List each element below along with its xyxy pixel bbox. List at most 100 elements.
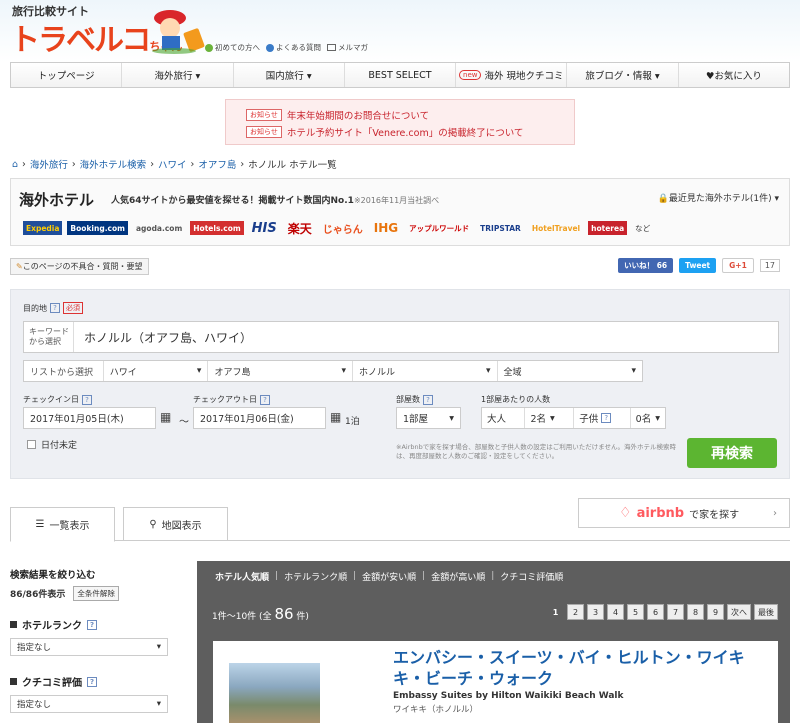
notice-badge: お知らせ xyxy=(246,126,282,138)
tagline: 人気64サイトから最安値を探せる！掲載サイト数国内No.1※2016年11月当社… xyxy=(111,193,439,206)
page-link[interactable]: 8 xyxy=(687,604,704,620)
gplus-button[interactable]: G+1 xyxy=(722,258,754,273)
tab-list-label: 一覧表示 xyxy=(49,521,90,532)
help-icon[interactable]: ? xyxy=(87,619,97,630)
breadcrumb-link[interactable]: 海外ホテル検索 xyxy=(80,157,147,171)
sort-popular[interactable]: ホテル人気順 xyxy=(215,570,269,583)
nav-item-overseas[interactable]: 海外旅行 ▾ xyxy=(122,63,234,87)
island-select-value: オアフ島 xyxy=(214,367,251,378)
count-prefix: 1件〜10件 (全 xyxy=(212,612,272,622)
tab-list-view[interactable]: ☰ 一覧表示 xyxy=(10,507,115,542)
header-link-faq[interactable]: よくある質問 xyxy=(266,42,321,53)
notice-row[interactable]: お知らせ 年末年始期間のお問合せについて xyxy=(246,108,554,122)
page-link[interactable]: 5 xyxy=(627,604,644,620)
breadcrumb-link[interactable]: ハワイ xyxy=(158,157,187,171)
city-select[interactable]: ホノルル ▾ xyxy=(353,361,498,381)
help-icon[interactable]: ? xyxy=(423,394,433,405)
adult-label: 大人 xyxy=(487,414,507,425)
date-undecided-checkbox[interactable]: 日付未定 xyxy=(27,438,77,451)
partner-logos: Expedia Booking.com agoda.com Hotels.com… xyxy=(23,221,653,236)
report-issue-button[interactable]: ✎このページの不具合・質問・要望 xyxy=(10,258,149,275)
list-select-label: リストから選択 xyxy=(24,361,104,381)
nav-item-best-select[interactable]: BEST SELECT xyxy=(345,63,457,87)
nav-item-top[interactable]: トップページ xyxy=(11,63,123,87)
checkout-input[interactable]: 2017年01月06日(金) xyxy=(193,407,326,429)
nav-item-reviews[interactable]: new 海外 現地クチコミ xyxy=(456,63,568,87)
calendar-icon[interactable]: ▦ xyxy=(160,410,171,424)
rooms-label-text: 部屋数 xyxy=(396,395,420,404)
partner-logo-booking: Booking.com xyxy=(67,221,128,235)
keyword-input[interactable]: ホノルル（オアフ島、ハワイ） xyxy=(74,329,252,346)
child-label-text: 子供 xyxy=(579,414,599,425)
region-select-value: ハワイ xyxy=(109,367,137,378)
calendar-icon[interactable]: ▦ xyxy=(330,410,341,424)
page-link[interactable]: 4 xyxy=(607,604,624,620)
area-select[interactable]: 全域 ▾ xyxy=(498,361,643,381)
help-icon[interactable]: ? xyxy=(82,394,92,405)
breadcrumb-link[interactable]: オアフ島 xyxy=(198,157,236,171)
page-next[interactable]: 次へ xyxy=(727,604,751,620)
adult-select[interactable]: 2名 ▾ xyxy=(524,408,559,428)
child-select[interactable]: 0名 ▾ xyxy=(629,408,665,428)
nav-item-domestic[interactable]: 国内旅行 ▾ xyxy=(234,63,345,87)
date-undecided-label: 日付未定 xyxy=(41,441,78,451)
rooms-select[interactable]: 1部屋 ▾ xyxy=(396,407,461,429)
review-filter-select[interactable]: 指定なし ▾ xyxy=(10,695,168,713)
date-range-tilde: 〜 xyxy=(179,417,189,428)
nights-count: 1泊 xyxy=(345,417,360,427)
keyword-field[interactable]: キーワードから選択 ホノルル（オアフ島、ハワイ） xyxy=(23,321,779,353)
hotel-name-link[interactable]: エンバシー・スイーツ・バイ・ヒルトン・ワイキキ・ビーチ・ウォーク xyxy=(393,647,763,689)
checkin-input[interactable]: 2017年01月05日(木) xyxy=(23,407,156,429)
help-icon[interactable]: ? xyxy=(601,413,612,423)
chevron-right-icon: › xyxy=(773,507,777,519)
new-badge: new xyxy=(459,70,482,80)
island-select[interactable]: オアフ島 ▾ xyxy=(208,361,353,381)
help-icon[interactable]: ? xyxy=(87,676,97,687)
review-filter-heading: クチコミ評価? xyxy=(10,674,170,689)
square-bullet-icon xyxy=(10,621,17,628)
sort-review[interactable]: クチコミ評価順 xyxy=(500,570,563,583)
recent-hotels-link[interactable]: 🔒最近見た海外ホテル(1件) ▾ xyxy=(658,191,779,204)
breadcrumb-separator: › xyxy=(71,158,76,170)
tab-map-view[interactable]: ⚲ 地図表示 xyxy=(123,507,228,541)
help-icon[interactable]: ? xyxy=(260,394,270,405)
page-link[interactable]: 2 xyxy=(567,604,584,620)
notice-link[interactable]: ホテル予約サイト「Venere.com」の掲載終了について xyxy=(287,125,524,139)
hotel-photo[interactable] xyxy=(229,663,320,723)
research-button[interactable]: 再検索 xyxy=(687,438,777,468)
region-select[interactable]: ハワイ ▾ xyxy=(104,361,209,381)
tweet-button[interactable]: Tweet xyxy=(679,258,717,273)
count-total: 86 xyxy=(274,605,294,623)
tab-map-label: 地図表示 xyxy=(161,520,202,532)
page-last[interactable]: 最後 xyxy=(754,604,778,620)
page-link[interactable]: 3 xyxy=(587,604,604,620)
rooms-select-value: 1部屋 xyxy=(403,414,429,425)
home-icon[interactable]: ⌂ xyxy=(12,159,18,170)
mascot-illustration xyxy=(152,10,205,54)
facebook-like-button[interactable]: いいね！ 66 xyxy=(618,258,674,273)
guests-group: 大人 2名 ▾ 子供? 0名 ▾ xyxy=(481,407,666,429)
breadcrumb-link[interactable]: 海外旅行 xyxy=(30,157,68,171)
rank-filter-label: ホテルランク xyxy=(22,621,82,632)
airbnb-button[interactable]: ♢ airbnb で家を探す › xyxy=(578,498,790,528)
nav-item-favorites[interactable]: ♥お気に入り xyxy=(679,63,789,87)
results-panel: ホテル人気順 | ホテルランク順 | 金額が安い順 | 金額が高い順 | クチコミ評価順… xyxy=(197,561,790,723)
page-link[interactable]: 6 xyxy=(647,604,664,620)
help-icon[interactable]: ? xyxy=(50,303,60,313)
page-link[interactable]: 9 xyxy=(707,604,724,620)
sort-price-high[interactable]: 金額が高い順 xyxy=(431,570,485,583)
header-link-newsletter[interactable]: メルマガ xyxy=(327,42,368,53)
sort-price-low[interactable]: 金額が安い順 xyxy=(362,570,416,583)
partner-logos-more: など xyxy=(635,223,651,233)
notice-row[interactable]: お知らせ ホテル予約サイト「Venere.com」の掲載終了について xyxy=(246,125,554,139)
nav-item-blog[interactable]: 旅ブログ・情報 ▾ xyxy=(567,63,679,87)
sort-rank[interactable]: ホテルランク順 xyxy=(284,570,347,583)
header-link-beginners[interactable]: 初めての方へ xyxy=(205,42,260,53)
page-link[interactable]: 7 xyxy=(667,604,684,620)
notice-link[interactable]: 年末年始期間のお問合せについて xyxy=(287,108,429,122)
checkout-label-text: チェックアウト日 xyxy=(193,395,257,404)
clear-filters-button[interactable]: 全条件解除 xyxy=(73,586,119,601)
adult-select-value: 2名 xyxy=(530,414,546,425)
filter-count-row: 86/86件表示 全条件解除 xyxy=(10,586,170,601)
rank-filter-select[interactable]: 指定なし ▾ xyxy=(10,638,168,656)
